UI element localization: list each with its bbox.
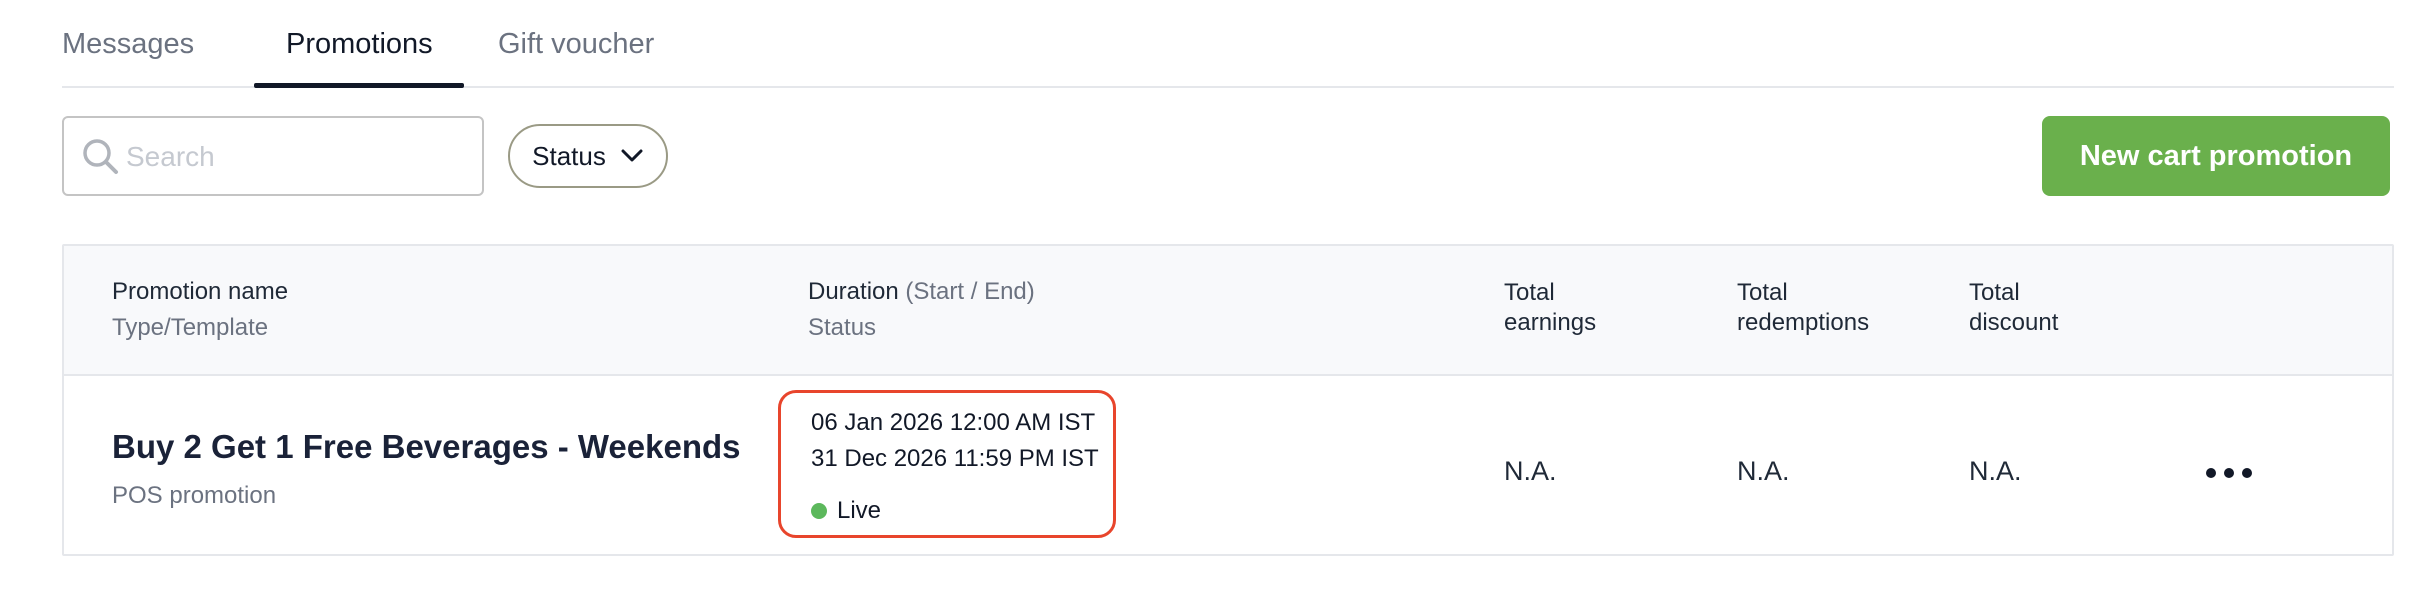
search-input[interactable]: [126, 132, 466, 182]
row-actions-button[interactable]: [2194, 458, 2264, 488]
header-total-redemptions-line2: redemptions: [1737, 309, 1870, 336]
tab-messages[interactable]: Messages: [62, 28, 194, 88]
new-cart-promotion-button[interactable]: New cart promotion: [2042, 116, 2390, 196]
active-tab-indicator: [254, 83, 464, 88]
table-row[interactable]: Buy 2 Get 1 Free Beverages - Weekends PO…: [64, 376, 2392, 556]
header-total-earnings: Total earnings: [1504, 278, 1596, 338]
status-text: Live: [837, 497, 882, 524]
status-badge: Live: [811, 497, 881, 525]
header-duration-label: Duration: [808, 278, 899, 305]
promotions-table: Promotion name Type/Template Duration (S…: [62, 244, 2394, 556]
promotions-page: Messages Promotions Gift voucher Status …: [0, 0, 2422, 594]
total-redemptions-value: N.A.: [1737, 456, 1790, 486]
header-promotion-name-label: Promotion name: [112, 278, 289, 305]
header-status-label: Status: [808, 314, 877, 341]
header-total-redemptions: Total redemptions: [1737, 278, 1869, 338]
header-total-earnings-line2: earnings: [1504, 309, 1597, 336]
total-earnings-value: N.A.: [1504, 456, 1557, 486]
table-header: Promotion name Type/Template Duration (S…: [64, 246, 2392, 376]
header-total-discount: Total discount: [1969, 278, 2058, 338]
status-filter-button[interactable]: Status: [508, 124, 668, 188]
header-duration-hint: (Start / End): [905, 278, 1035, 305]
search-box[interactable]: [62, 116, 484, 196]
status-filter-label: Status: [532, 140, 606, 171]
header-total-earnings-line1: Total: [1504, 279, 1555, 306]
duration-cell-highlight: 06 Jan 2026 12:00 AM IST 31 Dec 2026 11:…: [778, 390, 1116, 538]
duration-end: 31 Dec 2026 11:59 PM IST: [811, 445, 1099, 472]
header-promotion-name: Promotion name Type/Template: [112, 274, 288, 346]
promotion-type: POS promotion: [112, 482, 277, 509]
tab-promotions[interactable]: Promotions: [286, 28, 433, 88]
total-discount-value: N.A.: [1969, 456, 2022, 486]
promotion-name[interactable]: Buy 2 Get 1 Free Beverages - Weekends: [112, 428, 741, 466]
header-total-discount-line2: discount: [1969, 309, 2059, 336]
header-type-template-label: Type/Template: [112, 314, 269, 341]
more-horizontal-icon: [2206, 468, 2252, 478]
tab-gift-voucher[interactable]: Gift voucher: [498, 28, 654, 88]
live-status-dot: [811, 503, 827, 519]
chevron-down-icon: [621, 149, 643, 162]
header-duration: Duration (Start / End) Status: [808, 274, 1035, 346]
tab-bar: Messages Promotions Gift voucher: [62, 0, 2394, 88]
header-total-discount-line1: Total: [1969, 279, 2020, 306]
duration-start: 06 Jan 2026 12:00 AM IST: [811, 409, 1096, 436]
header-total-redemptions-line1: Total: [1737, 279, 1788, 306]
search-icon: [83, 139, 118, 174]
